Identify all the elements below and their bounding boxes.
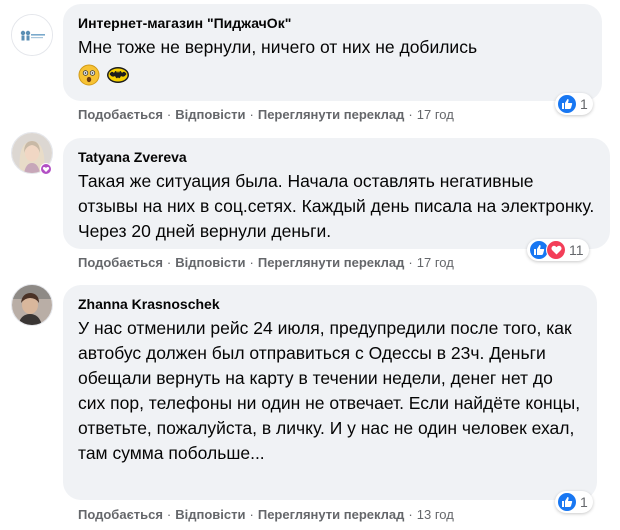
comment-actions: Подобається · Відповісти · Переглянути перек…: [78, 255, 454, 270]
comment-author[interactable]: Интернет-магазин "ПиджачОк": [78, 14, 588, 32]
comment-actions: Подобається · Відповісти · Переглянути перек…: [78, 107, 454, 122]
translate-action[interactable]: Переглянути переклад: [258, 255, 405, 270]
emoji-row: [78, 64, 588, 88]
store-logo-icon: [12, 15, 52, 55]
like-action[interactable]: Подобається: [78, 255, 163, 270]
reaction-summary[interactable]: 1: [555, 93, 593, 115]
comment-bubble: Интернет-магазин "ПиджачОк" Мне тоже не …: [63, 4, 602, 101]
batman-icon: [107, 67, 129, 83]
timestamp[interactable]: 17 год: [417, 255, 454, 270]
timestamp[interactable]: 17 год: [417, 107, 454, 122]
timestamp[interactable]: 13 год: [417, 507, 454, 522]
like-reaction-icon: [557, 492, 577, 512]
like-action[interactable]: Подобається: [78, 107, 163, 122]
comment-author[interactable]: Zhanna Krasnoschek: [78, 295, 583, 313]
avatar[interactable]: [11, 14, 53, 56]
like-action[interactable]: Подобається: [78, 507, 163, 522]
comment-text: Такая же ситуация была. Начала оставлять…: [78, 171, 595, 241]
comment-text: Мне тоже не вернули, ничего от них не до…: [78, 37, 478, 57]
online-badge-icon: [40, 163, 52, 175]
like-reaction-icon: [557, 94, 577, 114]
translate-action[interactable]: Переглянути переклад: [258, 107, 405, 122]
reaction-summary[interactable]: 1: [555, 491, 593, 513]
reply-action[interactable]: Відповісти: [175, 507, 245, 522]
love-reaction-icon: [546, 240, 566, 260]
comment-bubble: Tatyana Zvereva Такая же ситуация была. …: [63, 138, 610, 249]
astonished-face-icon: [78, 64, 100, 86]
translate-action[interactable]: Переглянути переклад: [258, 507, 405, 522]
user-photo-icon: [12, 285, 52, 325]
comment-bubble: Zhanna Krasnoschek У нас отменили рейс 2…: [63, 285, 597, 500]
comment-actions: Подобається · Відповісти · Переглянути перек…: [78, 507, 454, 522]
reaction-summary[interactable]: 11: [527, 239, 589, 261]
reaction-count: 11: [569, 242, 584, 258]
comment-author[interactable]: Tatyana Zvereva: [78, 148, 596, 166]
reaction-count: 1: [580, 96, 588, 112]
comment-text: У нас отменили рейс 24 июля, предупредил…: [78, 318, 581, 463]
avatar[interactable]: [11, 284, 53, 326]
reply-action[interactable]: Відповісти: [175, 255, 245, 270]
reaction-count: 1: [580, 494, 588, 510]
reply-action[interactable]: Відповісти: [175, 107, 245, 122]
